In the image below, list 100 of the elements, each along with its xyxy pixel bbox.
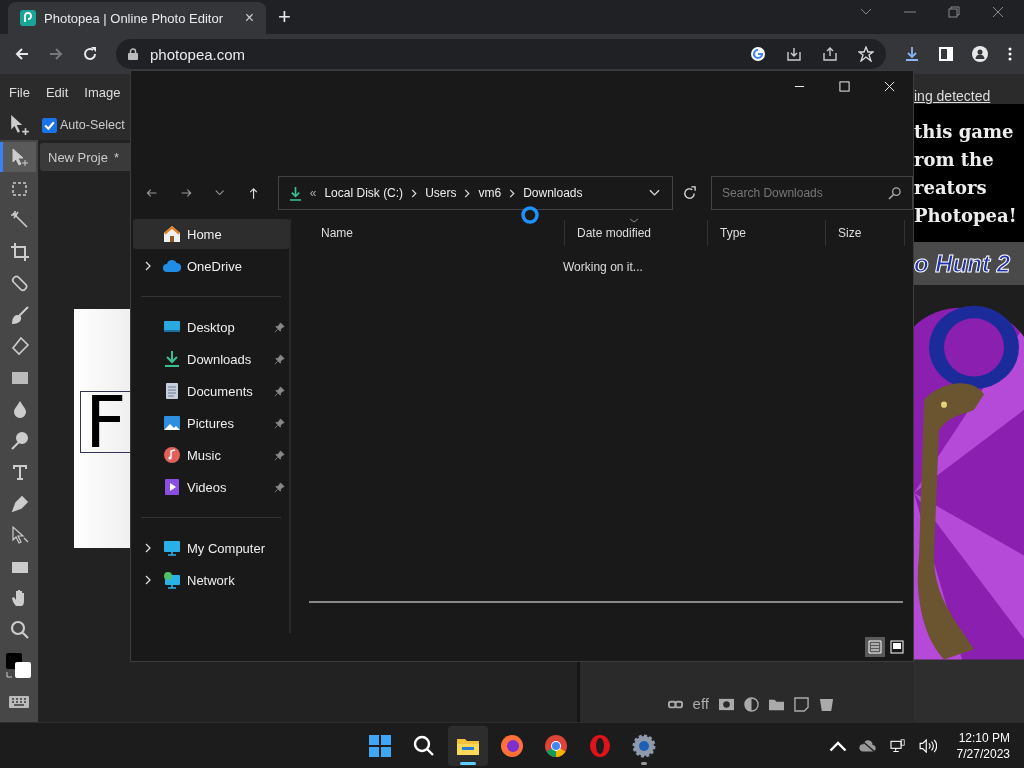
profile-icon[interactable] (972, 46, 988, 62)
share-icon[interactable] (822, 46, 838, 62)
side-panel-icon[interactable] (938, 46, 954, 62)
trash-icon[interactable] (819, 697, 834, 712)
home-icon (163, 225, 181, 243)
nav-item[interactable]: Downloads (133, 344, 289, 374)
list-view-icon (868, 640, 882, 654)
nav-item[interactable]: My Computer (133, 533, 289, 563)
nav-item[interactable]: Videos (133, 472, 289, 502)
menu-icon[interactable] (1008, 46, 1012, 62)
nav-item[interactable]: Network (133, 565, 289, 595)
music-icon (163, 446, 181, 464)
menu-item[interactable]: Image (84, 84, 121, 100)
nav-item[interactable]: Pictures (133, 408, 289, 438)
volume-icon[interactable] (918, 738, 937, 753)
tool-button[interactable] (0, 142, 36, 172)
adjustment-icon[interactable] (744, 697, 759, 712)
zoom-icon (9, 619, 30, 640)
pin-icon (274, 321, 285, 333)
browser-icon (588, 733, 612, 758)
column-header[interactable]: Type (707, 220, 825, 246)
cloud-icon[interactable] (858, 738, 877, 753)
expand-icon[interactable] (145, 575, 151, 585)
menu-item[interactable]: Edit (45, 84, 69, 100)
search-field[interactable]: Search Downloads (711, 176, 914, 210)
lock-icon (128, 48, 138, 60)
bookmark-star-icon[interactable] (858, 46, 874, 62)
chevron-icon (411, 188, 418, 198)
move-tool-icon (9, 147, 30, 167)
horizontal-scrollbar[interactable] (309, 601, 903, 603)
search-icon (888, 187, 902, 200)
keyboard-icon[interactable] (9, 696, 29, 708)
eraser-icon (9, 336, 30, 356)
clock-time[interactable]: 12:10 PM (958, 729, 1010, 746)
path-select-icon (9, 525, 30, 545)
nav-item[interactable]: OneDrive (133, 251, 289, 281)
address-bar[interactable]: photopea.com (116, 39, 886, 69)
reload-icon[interactable] (82, 46, 98, 62)
column-header[interactable]: Date modified (564, 220, 707, 246)
pin-icon (274, 385, 285, 397)
ad-text: reators (914, 176, 988, 200)
column-header[interactable]: Name (309, 220, 564, 246)
pen-icon (9, 493, 30, 514)
path-overflow[interactable]: « (309, 186, 317, 200)
cloud-icon (163, 257, 181, 275)
search-icon (412, 733, 436, 758)
network-icon[interactable] (888, 738, 907, 753)
path-bar[interactable]: « Local Disk (C:) Users vm6 Downloads (277, 176, 673, 210)
dodge-icon (9, 430, 30, 451)
path-segment[interactable]: vm6 (478, 186, 502, 200)
menu-item[interactable]: File (9, 84, 30, 100)
nav-item[interactable]: Desktop (133, 312, 289, 342)
download-icon[interactable] (904, 46, 920, 62)
path-segment[interactable]: Local Disk (C:) (324, 186, 404, 200)
column-header[interactable]: Size (825, 220, 905, 246)
google-icon[interactable] (750, 46, 766, 62)
view-button[interactable] (887, 637, 907, 657)
expand-icon[interactable] (145, 543, 151, 553)
download-icon (288, 185, 302, 201)
expand-icon[interactable] (145, 261, 151, 271)
document-icon (163, 382, 181, 400)
browser-icon (500, 733, 524, 758)
nav-item[interactable]: Music (133, 440, 289, 470)
photopea-logo-icon (20, 10, 36, 26)
recent-locations-icon[interactable] (215, 189, 225, 197)
maximize-icon[interactable] (839, 80, 850, 92)
forward-icon[interactable] (48, 46, 64, 62)
folder-icon[interactable] (769, 697, 784, 712)
back-icon[interactable] (14, 46, 30, 62)
restore-icon[interactable] (948, 6, 960, 18)
tab-close-button[interactable]: × (240, 9, 258, 27)
dropdown-icon[interactable] (648, 189, 660, 197)
back-icon[interactable] (145, 186, 159, 200)
install-icon[interactable] (786, 46, 802, 62)
ad-text: this game (914, 120, 1015, 144)
new-layer-icon[interactable] (794, 697, 809, 712)
nav-item[interactable]: Home (133, 219, 289, 249)
path-segment[interactable]: Users (425, 186, 457, 200)
clock-date[interactable]: 7/27/2023 (956, 745, 1010, 762)
path-segment[interactable]: Downloads (523, 186, 583, 200)
tiles-view-icon (890, 640, 904, 654)
nav-item[interactable]: Documents (133, 376, 289, 406)
computer-icon (163, 539, 181, 557)
new-tab-button[interactable]: + (272, 3, 297, 31)
pin-icon (274, 417, 285, 429)
chevron-icon (464, 188, 471, 198)
game-title: o Hunt 2 (914, 249, 1010, 278)
browser-tab[interactable]: Photopea | Online Photo Editor × (8, 2, 266, 34)
download-icon (163, 350, 181, 368)
ad-text: Photopea! (914, 204, 1018, 228)
mask-icon[interactable] (719, 697, 734, 712)
chevron-icon (509, 188, 516, 198)
pin-icon (274, 449, 285, 461)
move-tool-icon[interactable] (9, 114, 31, 136)
layer-effects-button[interactable]: eff (692, 696, 709, 712)
auto-select-checkbox[interactable] (42, 117, 57, 133)
taskbar-app[interactable] (448, 725, 488, 766)
color-swatches-icon[interactable] (5, 652, 33, 680)
ad-link[interactable]: ing detected (914, 74, 1024, 104)
bandage-icon (9, 273, 30, 293)
